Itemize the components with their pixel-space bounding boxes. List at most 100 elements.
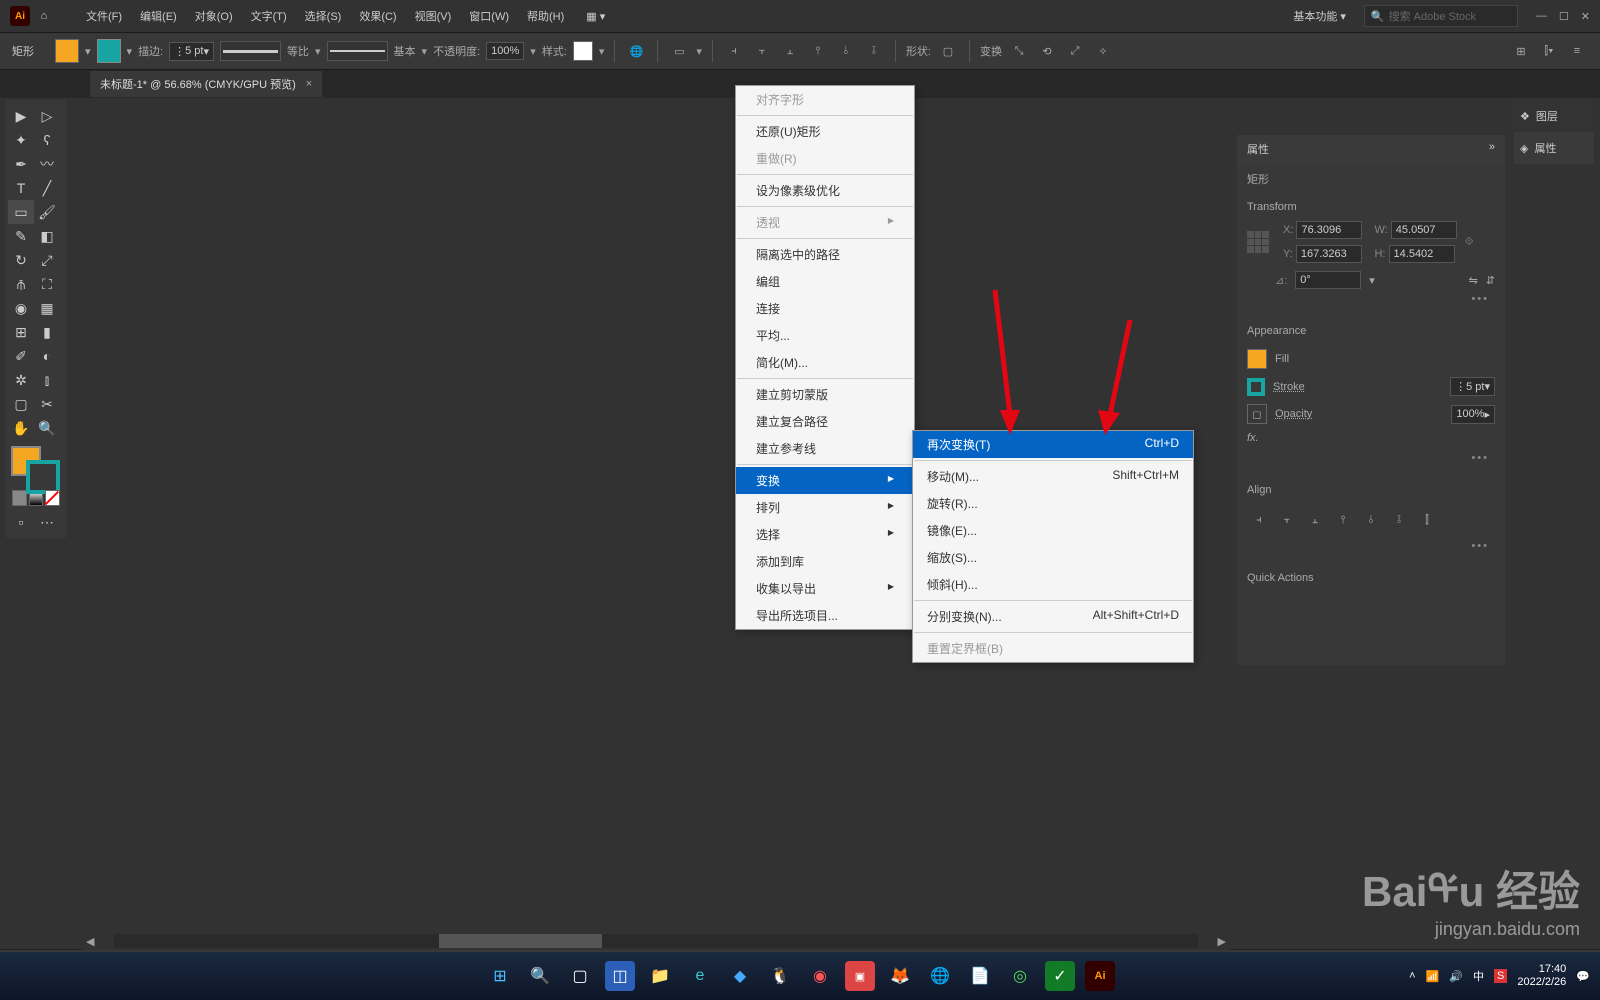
align-more-icon[interactable]: •••	[1247, 536, 1495, 556]
menu-文字(T)[interactable]: 文字(T)	[243, 4, 295, 28]
explorer-icon[interactable]: 📁	[645, 961, 675, 991]
x-field[interactable]: 76.3096	[1296, 221, 1362, 239]
menu-选择(S)[interactable]: 选择(S)	[297, 4, 350, 28]
magic-wand-tool[interactable]: ✦	[8, 128, 34, 152]
subctx-再次变换(T)[interactable]: 再次变换(T)Ctrl+D	[913, 431, 1193, 458]
rectangle-tool[interactable]: ▭	[8, 200, 34, 224]
brush-def[interactable]	[327, 41, 388, 61]
screen-mode-icon[interactable]: ▫	[8, 510, 34, 534]
ctx-导出所选项目...[interactable]: 导出所选项目...	[736, 602, 914, 629]
xform-icon-1[interactable]: ⤡	[1008, 40, 1030, 62]
align-to-icon[interactable]: ▭	[668, 40, 690, 62]
menu-帮助(H)[interactable]: 帮助(H)	[519, 4, 572, 28]
panel-align-hcenter-icon[interactable]: ⫟	[1275, 508, 1299, 532]
ctx-建立参考线[interactable]: 建立参考线	[736, 435, 914, 462]
free-transform-tool[interactable]: ⛶	[34, 272, 60, 296]
properties-header[interactable]: 属性»	[1237, 135, 1505, 163]
ctx-平均...[interactable]: 平均...	[736, 322, 914, 349]
edge-icon[interactable]: e	[685, 961, 715, 991]
subctx-镜像(E)...[interactable]: 镜像(E)...	[913, 517, 1193, 544]
type-tool[interactable]: T	[8, 176, 34, 200]
stroke-swatch[interactable]	[97, 39, 121, 63]
align-bottom-icon[interactable]: ⫱	[863, 40, 885, 62]
reference-point-grid[interactable]	[1247, 231, 1269, 253]
artboard-tool[interactable]: ▢	[8, 392, 34, 416]
ime-indicator[interactable]: 中	[1473, 968, 1484, 984]
app-icon-3[interactable]: ◉	[805, 961, 835, 991]
align-right-icon[interactable]: ⫠	[779, 40, 801, 62]
style-swatch[interactable]	[573, 41, 593, 61]
align-center-h-icon[interactable]: ⫟	[751, 40, 773, 62]
ctx-编组[interactable]: 编组	[736, 268, 914, 295]
hand-tool[interactable]: ✋	[8, 416, 34, 440]
align-center-v-icon[interactable]: ⫰	[835, 40, 857, 62]
globe-icon[interactable]: 🌐	[625, 40, 647, 62]
panel-opacity-field[interactable]: 100% ▸	[1451, 405, 1495, 424]
lasso-tool[interactable]: ʕ	[34, 128, 60, 152]
start-icon[interactable]: ⊞	[485, 961, 515, 991]
tab-close-icon[interactable]: ×	[306, 78, 312, 90]
menu-对象(O)[interactable]: 对象(O)	[187, 4, 241, 28]
curvature-tool[interactable]: 〰	[34, 152, 60, 176]
menu-extra-icon[interactable]: ▦ ▾	[586, 10, 605, 23]
selection-tool[interactable]: ▶	[8, 104, 34, 128]
panel-align-left-icon[interactable]: ⫞	[1247, 508, 1271, 532]
symbol-sprayer-tool[interactable]: ✲	[8, 368, 34, 392]
ctx-还原(U)矩形[interactable]: 还原(U)矩形	[736, 118, 914, 145]
subctx-分别变换(N)...[interactable]: 分别变换(N)...Alt+Shift+Ctrl+D	[913, 603, 1193, 630]
subctx-移动(M)...[interactable]: 移动(M)...Shift+Ctrl+M	[913, 463, 1193, 490]
zoom-tool[interactable]: 🔍	[34, 416, 60, 440]
panel-stroke-field[interactable]: ⋮ 5 pt ▾	[1450, 377, 1495, 396]
xform-icon-4[interactable]: ✧	[1092, 40, 1114, 62]
minimize-icon[interactable]: —	[1536, 10, 1547, 23]
panel-align-top-icon[interactable]: ⫯	[1331, 508, 1355, 532]
ctx-设为像素级优化[interactable]: 设为像素级优化	[736, 177, 914, 204]
align-top-icon[interactable]: ⫯	[807, 40, 829, 62]
line-tool[interactable]: ╱	[34, 176, 60, 200]
angle-field[interactable]: 0°	[1295, 271, 1361, 289]
volume-icon[interactable]: 🔊	[1449, 970, 1463, 983]
menu-视图(V)[interactable]: 视图(V)	[407, 4, 460, 28]
arrange-icon[interactable]: ⫿▾	[1538, 40, 1560, 62]
subctx-倾斜(H)...[interactable]: 倾斜(H)...	[913, 571, 1193, 598]
more-options-icon[interactable]: •••	[1247, 289, 1495, 309]
perspective-tool[interactable]: ▦	[34, 296, 60, 320]
menu-窗口(W)[interactable]: 窗口(W)	[461, 4, 517, 28]
color-mode-icon[interactable]	[12, 490, 27, 506]
xform-icon-3[interactable]: ⤢	[1064, 40, 1086, 62]
task-view-icon[interactable]: ▢	[565, 961, 595, 991]
scale-tool[interactable]: ⤢	[34, 248, 60, 272]
document-tab[interactable]: 未标题-1* @ 56.68% (CMYK/GPU 预览) ×	[90, 71, 322, 97]
panel-align-vcenter-icon[interactable]: ⫰	[1359, 508, 1383, 532]
appearance-more-icon[interactable]: •••	[1247, 448, 1495, 468]
app-icon-5[interactable]: 🦊	[885, 961, 915, 991]
subctx-旋转(R)...[interactable]: 旋转(R)...	[913, 490, 1193, 517]
paintbrush-tool[interactable]: 🖌	[34, 200, 60, 224]
maximize-icon[interactable]: ☐	[1559, 10, 1569, 23]
ctx-建立剪切蒙版[interactable]: 建立剪切蒙版	[736, 381, 914, 408]
panel-opacity-icon[interactable]: ◻	[1247, 404, 1267, 424]
opacity-field[interactable]: 100%	[486, 42, 524, 60]
menu-效果(C)[interactable]: 效果(C)	[351, 4, 404, 28]
illustrator-taskbar-icon[interactable]: Ai	[1085, 961, 1115, 991]
wifi-icon[interactable]: 📶	[1426, 970, 1440, 983]
eraser-tool[interactable]: ◧	[34, 224, 60, 248]
blend-tool[interactable]: ◐	[34, 344, 60, 368]
subctx-缩放(S)...[interactable]: 缩放(S)...	[913, 544, 1193, 571]
app-icon-1[interactable]: ◆	[725, 961, 755, 991]
prefs-icon[interactable]: ≡	[1566, 40, 1588, 62]
rotate-tool[interactable]: ↻	[8, 248, 34, 272]
ctx-隔离选中的路径[interactable]: 隔离选中的路径	[736, 241, 914, 268]
flip-v-icon[interactable]: ⇵	[1486, 274, 1495, 287]
none-mode-icon[interactable]	[45, 490, 60, 506]
ctx-收集以导出[interactable]: 收集以导出	[736, 575, 914, 602]
search-input[interactable]: 🔍 搜索 Adobe Stock	[1364, 5, 1518, 27]
ctx-选择[interactable]: 选择	[736, 521, 914, 548]
ctx-添加到库[interactable]: 添加到库	[736, 548, 914, 575]
panel-align-bottom-icon[interactable]: ⫱	[1387, 508, 1411, 532]
app-icon-2[interactable]: 🐧	[765, 961, 795, 991]
panel-distribute-icon[interactable]: ⫿	[1415, 508, 1439, 532]
layers-tab[interactable]: ❖ 图层	[1514, 100, 1594, 132]
panel-stroke-swatch[interactable]	[1247, 378, 1265, 396]
chrome-icon[interactable]: 🌐	[925, 961, 955, 991]
